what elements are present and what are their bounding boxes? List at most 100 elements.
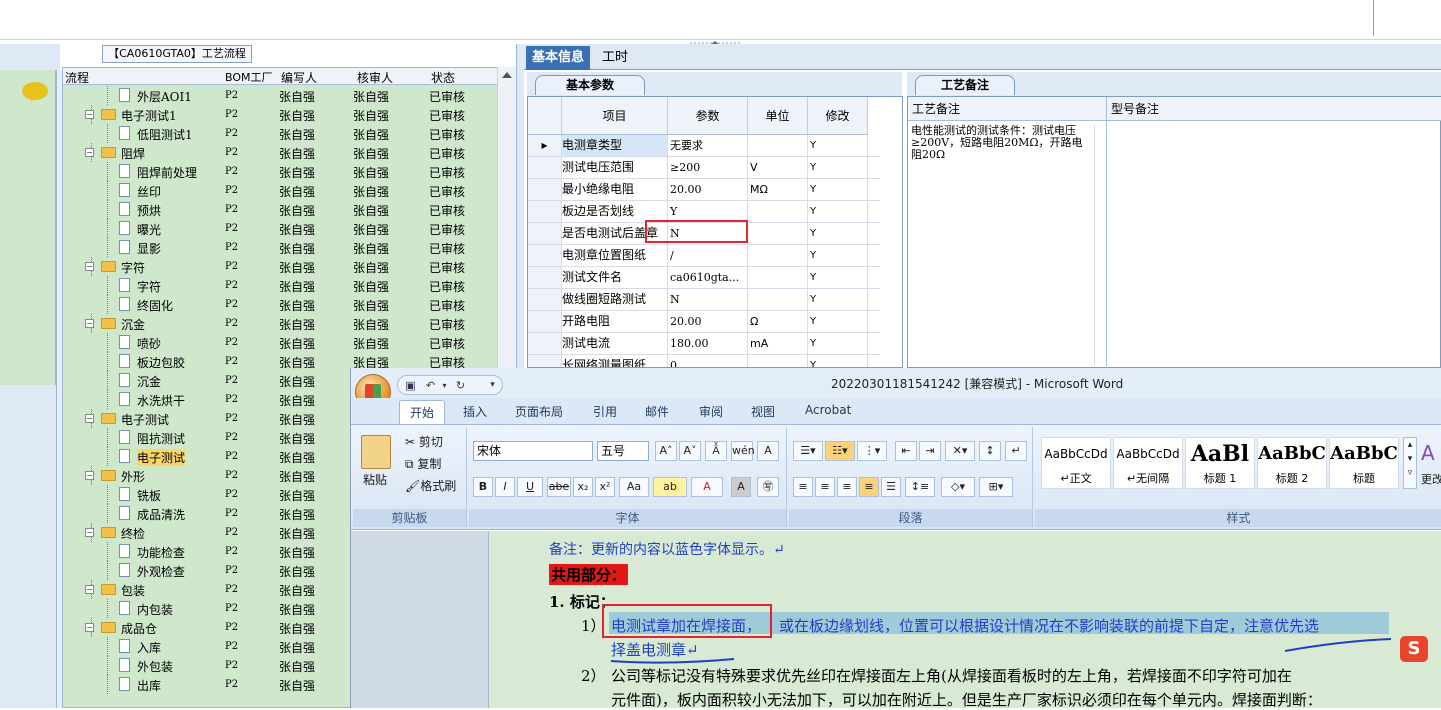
tree-folder-row[interactable]: − 电子测试1 P2 张自强 张自强 已审核	[63, 105, 503, 124]
tree-node-name[interactable]: 低阻测试1	[137, 126, 193, 143]
undo-dropdown-icon[interactable]: ▾	[438, 379, 451, 392]
header-writer[interactable]: 编写人	[281, 69, 317, 86]
grow-font-icon[interactable]: A˄	[655, 441, 677, 461]
styles-scroll-icon[interactable]: ▴ ▾ ▿	[1403, 437, 1417, 489]
tree-folder-row[interactable]: − 阻焊 P2 张自强 张自强 已审核	[63, 143, 503, 162]
tree-row[interactable]: 曝光 P2 张自强 张自强 已审核	[63, 219, 503, 238]
tree-row[interactable]: 终固化 P2 张自强 张自强 已审核	[63, 295, 503, 314]
show-marks-icon[interactable]: ↵	[1005, 441, 1027, 461]
style-no-spacing[interactable]: AaBbCcDd ↵无间隔	[1113, 437, 1183, 489]
align-right-icon[interactable]: ≡	[837, 477, 857, 497]
undo-icon[interactable]: ↶	[424, 379, 437, 392]
copy-button[interactable]: ⧉ 复制	[405, 455, 441, 472]
char-border-icon[interactable]: A	[757, 441, 779, 461]
remark-text[interactable]: 电性能测试的测试条件：测试电压≥200V，短路电阻20MΩ，开路电阻20Ω	[911, 125, 1091, 161]
align-center-icon[interactable]: ≡	[815, 477, 835, 497]
line-spacing-icon[interactable]: ↕≡	[905, 477, 935, 497]
customize-qat-icon[interactable]: ▾	[486, 379, 499, 392]
tree-node-name[interactable]: 入库	[137, 639, 161, 656]
tree-row[interactable]: 显影 P2 张自强 张自强 已审核	[63, 238, 503, 257]
tree-folder-row[interactable]: − 字符 P2 张自强 张自强 已审核	[63, 257, 503, 276]
collapse-toggle-icon[interactable]: −	[85, 585, 94, 594]
param-row[interactable]: 长网络测量图纸 0 Y	[528, 355, 902, 367]
tree-row[interactable]: 预烘 P2 张自强 张自强 已审核	[63, 200, 503, 219]
tree-node-name[interactable]: 外观检查	[137, 563, 185, 580]
collapse-toggle-icon[interactable]: −	[85, 414, 94, 423]
strikethrough-icon[interactable]: abe	[547, 477, 571, 497]
style-title[interactable]: AaBbC 标题	[1329, 437, 1399, 489]
justify-icon[interactable]: ≡	[859, 477, 879, 497]
enclose-char-icon[interactable]: ㊢	[757, 477, 779, 497]
tree-node-name[interactable]: 沉金	[137, 373, 161, 390]
borders-icon[interactable]: ⊞▾	[979, 477, 1013, 497]
sort-icon[interactable]: ↕	[979, 441, 1001, 461]
row-indicator-icon[interactable]	[528, 311, 562, 332]
row-indicator-icon[interactable]	[528, 333, 562, 354]
row-indicator-icon[interactable]	[528, 201, 562, 222]
tree-node-name[interactable]: 外形	[121, 468, 145, 485]
tree-node-name[interactable]: 电子测试	[121, 411, 169, 428]
row-indicator-icon[interactable]	[528, 267, 562, 288]
save-icon[interactable]: ▣	[404, 379, 417, 392]
tree-node-name[interactable]: 阻焊前处理	[137, 164, 197, 181]
tree-folder-row[interactable]: − 沉金 P2 张自强 张自强 已审核	[63, 314, 503, 333]
param-row[interactable]: 测试电流 180.00 mA Y	[528, 333, 902, 355]
tree-node-name[interactable]: 功能检查	[137, 544, 185, 561]
tree-node-name[interactable]: 电子测试1	[121, 107, 177, 124]
format-painter-button[interactable]: 🖌格式刷	[405, 477, 456, 494]
tree-node-name[interactable]: 出库	[137, 677, 161, 694]
tab-basic-params[interactable]: 基本参数	[535, 75, 645, 95]
header-status[interactable]: 状态	[431, 69, 455, 86]
tree-node-name[interactable]: 沉金	[121, 316, 145, 333]
scroll-up-icon[interactable]	[502, 72, 512, 78]
highlight-icon[interactable]: ab	[653, 477, 687, 497]
distributed-icon[interactable]: ☰	[881, 477, 901, 497]
style-normal[interactable]: AaBbCcDd ↵正文	[1041, 437, 1111, 489]
collapse-toggle-icon[interactable]: −	[85, 319, 94, 328]
phonetic-icon[interactable]: wén	[731, 441, 755, 461]
tree-node-name[interactable]: 曝光	[137, 221, 161, 238]
tree-node-name[interactable]: 板边包胶	[137, 354, 185, 371]
param-row[interactable]: ▸ 电测章类型 无要求 Y	[528, 135, 902, 157]
font-color-icon[interactable]: A	[691, 477, 723, 497]
tree-node-name[interactable]: 水洗烘干	[137, 392, 185, 409]
change-case-icon[interactable]: Aa	[619, 477, 649, 497]
collapse-toggle-icon[interactable]: −	[85, 262, 94, 271]
param-value[interactable]: 20.00	[668, 311, 748, 332]
param-row[interactable]: 测试文件名 ca0610gta... Y	[528, 267, 902, 289]
tree-node-name[interactable]: 终检	[121, 525, 145, 542]
tree-node-name[interactable]: 阻抗测试	[137, 430, 185, 447]
tree-node-name[interactable]: 喷砂	[137, 335, 161, 352]
tab-process-remarks[interactable]: 工艺备注	[915, 75, 1015, 95]
subscript-icon[interactable]: x₂	[573, 477, 593, 497]
header-value[interactable]: 参数	[668, 97, 748, 135]
cut-button[interactable]: ✂ 剪切	[405, 433, 443, 450]
tree-row[interactable]: 阻焊前处理 P2 张自强 张自强 已审核	[63, 162, 503, 181]
tree-row[interactable]: 字符 P2 张自强 张自强 已审核	[63, 276, 503, 295]
multilevel-list-icon[interactable]: ⋮▾	[857, 441, 887, 461]
tab-basic-info[interactable]: 基本信息	[526, 46, 591, 70]
row-indicator-icon[interactable]: ▸	[528, 135, 562, 156]
ribbon-tab-mailings[interactable]: 邮件	[645, 403, 669, 420]
header-item[interactable]: 项目	[562, 97, 668, 135]
param-row[interactable]: 开路电阻 20.00 Ω Y	[528, 311, 902, 333]
collapse-toggle-icon[interactable]: −	[85, 110, 94, 119]
ribbon-tab-references[interactable]: 引用	[593, 403, 617, 420]
font-size-select[interactable]: 五号	[597, 441, 649, 461]
header-unit[interactable]: 单位	[748, 97, 808, 135]
align-left-icon[interactable]: ≡	[793, 477, 813, 497]
bullets-icon[interactable]: ☰▾	[793, 441, 823, 461]
tree-node-name[interactable]: 电子测试	[137, 449, 186, 466]
ribbon-tab-home[interactable]: 开始	[399, 400, 446, 424]
param-row[interactable]: 测试电压范围 ≥200 V Y	[528, 157, 902, 179]
ribbon-tab-acrobat[interactable]: Acrobat	[805, 403, 851, 417]
numbering-icon[interactable]: ☷▾	[825, 441, 855, 461]
param-value[interactable]: 0	[668, 355, 748, 367]
row-indicator-icon[interactable]	[528, 223, 562, 244]
document-page[interactable]: 备注：更新的内容以蓝色字体显示。↵ 共用部分： 1. 标记： 1） 电测试章加在…	[351, 531, 1441, 709]
tree-node-name[interactable]: 预烘	[137, 202, 161, 219]
ribbon-tab-insert[interactable]: 插入	[463, 403, 487, 420]
bold-icon[interactable]: B	[473, 477, 493, 497]
increase-indent-icon[interactable]: ⇥	[919, 441, 941, 461]
tree-row[interactable]: 喷砂 P2 张自强 张自强 已审核	[63, 333, 503, 352]
